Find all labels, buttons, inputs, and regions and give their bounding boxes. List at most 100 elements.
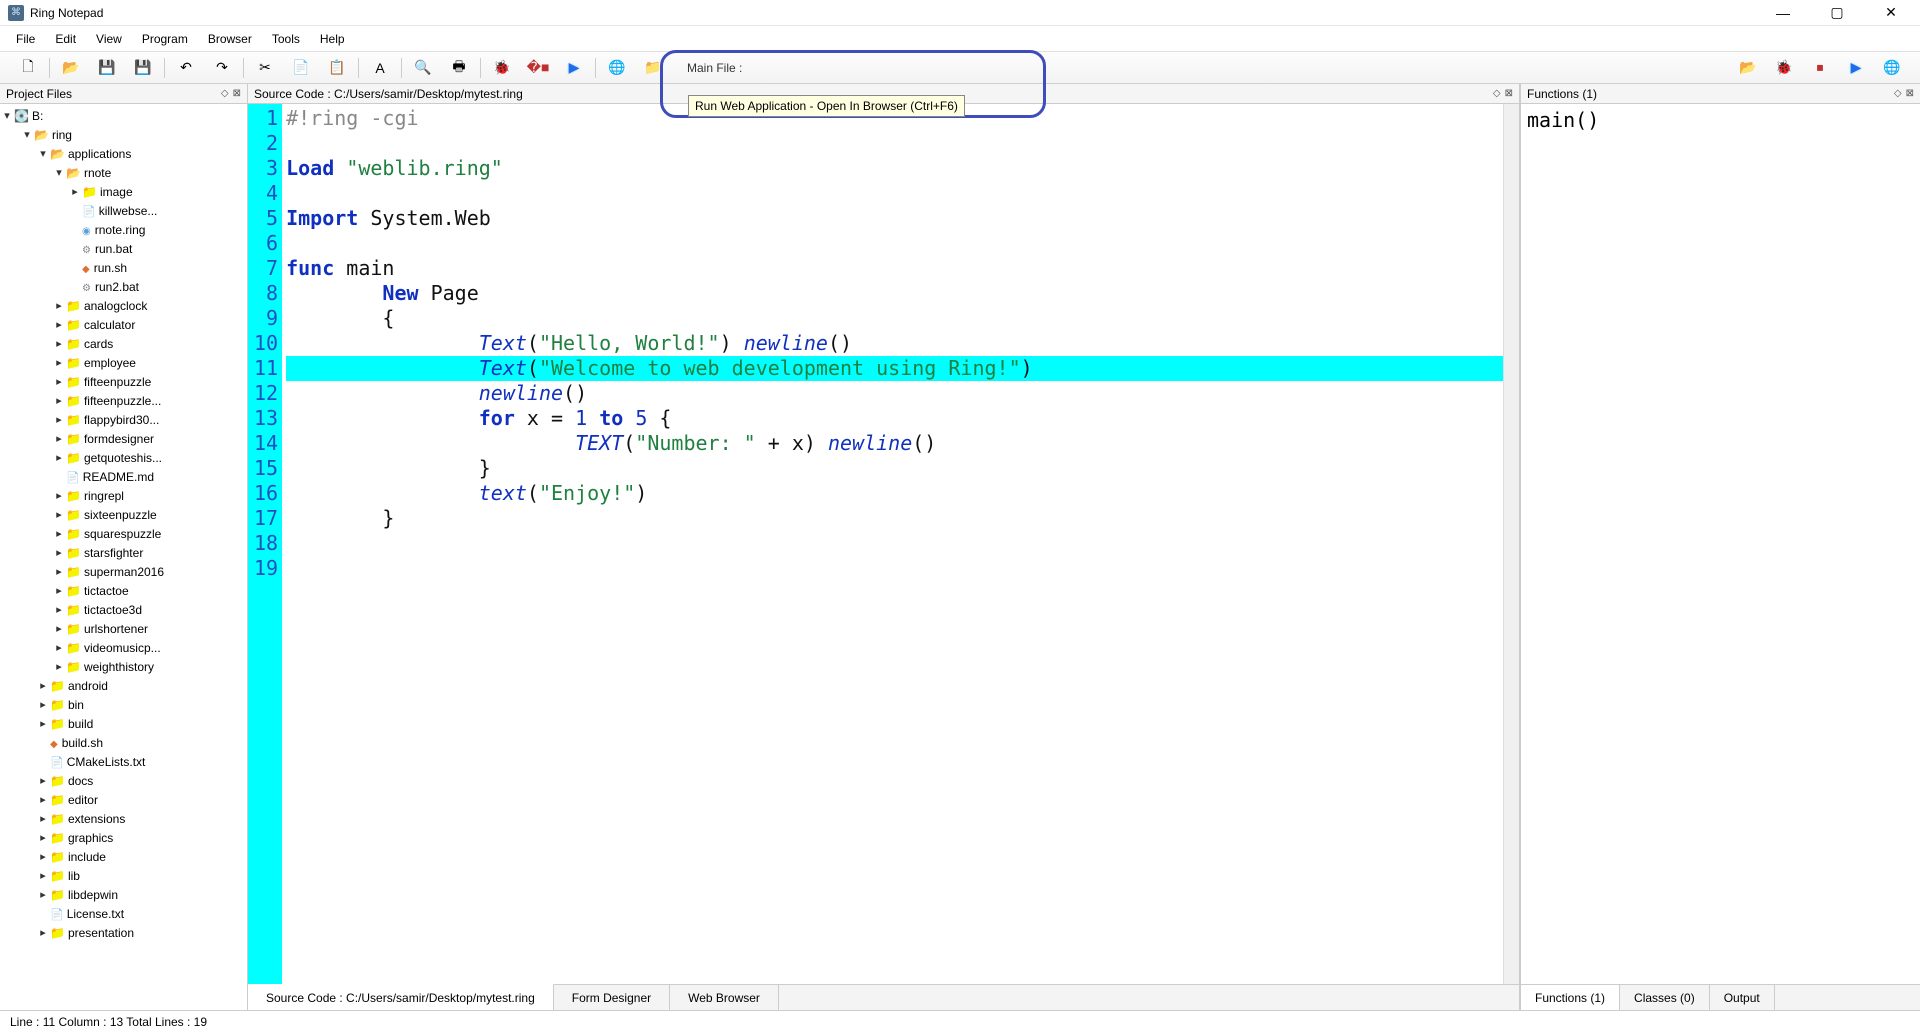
new-file-icon[interactable]: 🗋: [17, 57, 39, 79]
tree-item[interactable]: ▸sixteenpuzzle: [0, 505, 247, 524]
functions-list[interactable]: main(): [1521, 104, 1920, 984]
print-icon[interactable]: 🖶: [448, 57, 470, 79]
tree-item[interactable]: ▾applications: [0, 144, 247, 163]
code-line[interactable]: {: [286, 306, 1503, 331]
tree-item[interactable]: run.bat: [0, 239, 247, 258]
code-line[interactable]: New Page: [286, 281, 1503, 306]
code-line[interactable]: newline(): [286, 381, 1503, 406]
browse-folder-icon[interactable]: 📁: [642, 57, 664, 79]
close-button[interactable]: ✕: [1878, 3, 1904, 23]
tree-item[interactable]: ▸squarespuzzle: [0, 524, 247, 543]
run-icon[interactable]: ▶: [563, 57, 585, 79]
functions-tab[interactable]: Output: [1710, 985, 1775, 1010]
tree-item[interactable]: CMakeLists.txt: [0, 752, 247, 771]
code-line[interactable]: TEXT("Number: " + x) newline(): [286, 431, 1503, 456]
menu-help[interactable]: Help: [310, 28, 355, 50]
save-as-icon[interactable]: 💾: [132, 57, 154, 79]
tree-item[interactable]: ▾rnote: [0, 163, 247, 182]
run-right-icon[interactable]: ▶: [1845, 57, 1867, 79]
font-icon[interactable]: A: [369, 57, 391, 79]
code-line[interactable]: text("Enjoy!"): [286, 481, 1503, 506]
code-line[interactable]: [286, 531, 1503, 556]
debug-icon[interactable]: 🐞: [491, 57, 513, 79]
functions-tab[interactable]: Functions (1): [1521, 985, 1620, 1010]
run-web-icon[interactable]: 🌐: [606, 57, 628, 79]
code-line[interactable]: [286, 556, 1503, 581]
stop-icon[interactable]: �■: [527, 57, 549, 79]
tree-item[interactable]: ▸build: [0, 714, 247, 733]
code-line[interactable]: Load "weblib.ring": [286, 156, 1503, 181]
menu-program[interactable]: Program: [132, 28, 198, 50]
tree-item[interactable]: ▸superman2016: [0, 562, 247, 581]
tree-item[interactable]: ▸ringrepl: [0, 486, 247, 505]
tree-item[interactable]: ▸extensions: [0, 809, 247, 828]
tree-item[interactable]: ▸image: [0, 182, 247, 201]
tree-item[interactable]: ▸graphics: [0, 828, 247, 847]
menu-tools[interactable]: Tools: [262, 28, 310, 50]
code-line[interactable]: [286, 181, 1503, 206]
tree-item[interactable]: build.sh: [0, 733, 247, 752]
save-icon[interactable]: 💾: [96, 57, 118, 79]
tree-drive[interactable]: ▾B:: [0, 106, 247, 125]
code-line[interactable]: func main: [286, 256, 1503, 281]
editor-tab[interactable]: Source Code : C:/Users/samir/Desktop/myt…: [248, 984, 554, 1010]
editor-body[interactable]: 12345678910111213141516171819 #!ring -cg…: [248, 104, 1519, 984]
code-line[interactable]: for x = 1 to 5 {: [286, 406, 1503, 431]
tree-item[interactable]: ▸analogclock: [0, 296, 247, 315]
tree-item[interactable]: ▸bin: [0, 695, 247, 714]
close-functions-icon[interactable]: ⊠: [1906, 88, 1914, 99]
close-editor-icon[interactable]: ⊠: [1505, 88, 1513, 99]
float-editor-icon[interactable]: ◇: [1493, 88, 1501, 99]
code-line[interactable]: Text("Hello, World!") newline(): [286, 331, 1503, 356]
tree-item[interactable]: ▸calculator: [0, 315, 247, 334]
tree-item[interactable]: ▸lib: [0, 866, 247, 885]
tree-item[interactable]: ▸editor: [0, 790, 247, 809]
tree-item[interactable]: ▸employee: [0, 353, 247, 372]
cut-icon[interactable]: ✂: [254, 57, 276, 79]
tree-item[interactable]: ▸starsfighter: [0, 543, 247, 562]
redo-icon[interactable]: ↷: [211, 57, 233, 79]
float-functions-icon[interactable]: ◇: [1894, 88, 1902, 99]
copy-icon[interactable]: 📄: [290, 57, 312, 79]
tree-item[interactable]: License.txt: [0, 904, 247, 923]
maximize-button[interactable]: ▢: [1824, 3, 1850, 23]
undo-icon[interactable]: ↶: [175, 57, 197, 79]
tree-item[interactable]: ▸formdesigner: [0, 429, 247, 448]
tree-item[interactable]: ▸include: [0, 847, 247, 866]
minimize-button[interactable]: —: [1770, 3, 1796, 23]
tree-item[interactable]: run2.bat: [0, 277, 247, 296]
open-file-icon[interactable]: 📂: [60, 57, 82, 79]
code-line[interactable]: Import System.Web: [286, 206, 1503, 231]
menu-view[interactable]: View: [86, 28, 132, 50]
code-line[interactable]: Text("Welcome to web development using R…: [286, 356, 1503, 381]
code-line[interactable]: [286, 131, 1503, 156]
tree-item[interactable]: killwebse...: [0, 201, 247, 220]
tree-item[interactable]: ▸urlshortener: [0, 619, 247, 638]
tree-item[interactable]: ▸getquoteshis...: [0, 448, 247, 467]
code-line[interactable]: }: [286, 456, 1503, 481]
editor-tab[interactable]: Form Designer: [554, 985, 670, 1010]
code-line[interactable]: [286, 231, 1503, 256]
tree-item[interactable]: ▸videomusicp...: [0, 638, 247, 657]
tree-item[interactable]: ▸tictactoe: [0, 581, 247, 600]
function-item[interactable]: main(): [1527, 108, 1914, 132]
editor-tab[interactable]: Web Browser: [670, 985, 779, 1010]
editor-scrollbar[interactable]: [1503, 104, 1519, 984]
tree-item[interactable]: run.sh: [0, 258, 247, 277]
tree-item[interactable]: README.md: [0, 467, 247, 486]
tree-item[interactable]: ▾ring: [0, 125, 247, 144]
close-panel-icon[interactable]: ⊠: [233, 88, 241, 99]
tree-item[interactable]: ▸weighthistory: [0, 657, 247, 676]
code-line[interactable]: }: [286, 506, 1503, 531]
tree-item[interactable]: ▸fifteenpuzzle...: [0, 391, 247, 410]
find-icon[interactable]: 🔍: [412, 57, 434, 79]
stop-right-icon[interactable]: ⏹: [1809, 57, 1831, 79]
menu-file[interactable]: File: [6, 28, 45, 50]
tree-item[interactable]: ▸cards: [0, 334, 247, 353]
debug-right-icon[interactable]: 🐞: [1773, 57, 1795, 79]
menu-edit[interactable]: Edit: [45, 28, 86, 50]
paste-icon[interactable]: 📋: [326, 57, 348, 79]
run-web-right-icon[interactable]: 🌐: [1881, 57, 1903, 79]
tree-item[interactable]: rnote.ring: [0, 220, 247, 239]
tree-item[interactable]: ▸fifteenpuzzle: [0, 372, 247, 391]
